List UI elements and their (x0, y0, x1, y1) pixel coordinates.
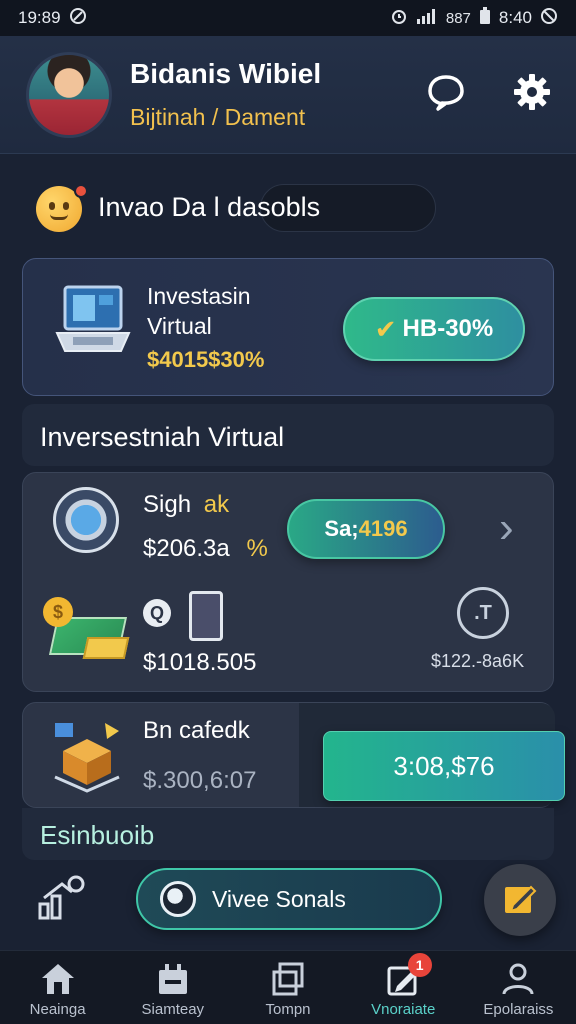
checkmark-icon: ✔ (374, 313, 397, 344)
nav-label: Epolaraiss (483, 1001, 554, 1018)
package-box-icon (49, 717, 125, 793)
user-name: Bidanis Wibiel (130, 58, 322, 89)
row1-title: Sigh ak (143, 491, 229, 519)
home-icon (39, 961, 77, 997)
magnify-icon[interactable]: Q (143, 599, 171, 627)
signal-icon (416, 8, 438, 28)
investment-title: Investasin Virtual (147, 283, 251, 339)
growth-chart-icon (36, 875, 88, 926)
pencil-note-icon (501, 879, 539, 922)
package-value-button[interactable]: 3:08,$76 (323, 731, 565, 801)
visit-signals-label: Vivee Sonals (212, 885, 346, 912)
edit-fab-button[interactable] (484, 864, 556, 936)
investment-action-button[interactable]: ✔ HB-30% (343, 297, 525, 361)
section2-title: Esinbuoib (40, 820, 155, 850)
leaf-icon (69, 7, 87, 29)
nav-item-strategy[interactable]: Siamteay (115, 951, 230, 1024)
status-bar: 19:89 887 8:40 (0, 0, 576, 36)
row1-value-button[interactable]: Sa; 4196 (287, 499, 445, 559)
money-icon: $ (43, 597, 130, 667)
row2-amount: $1018.505 (143, 649, 257, 676)
alarm-icon (390, 7, 408, 29)
chat-bubble-icon (426, 72, 466, 117)
nav-badge: 1 (407, 953, 432, 977)
package-amount: $.300,6:07 (143, 767, 257, 794)
gear-icon (512, 72, 552, 117)
laptop-icon (51, 281, 135, 365)
notification-dot (74, 184, 88, 198)
calendar-store-icon (154, 961, 192, 997)
compass-icon (53, 487, 119, 553)
status-time: 19:89 (18, 8, 61, 27)
globe-icon (160, 881, 196, 917)
nav-label: Tompn (265, 1001, 311, 1018)
portfolio-list-card: Sigh ak $206.3a % Sa; 4196 › $ Q $1018.5… (22, 472, 554, 692)
settings-button[interactable] (508, 70, 556, 118)
greeting-row: Invao Da l dasobls (36, 182, 436, 232)
smiley-icon (36, 184, 88, 232)
row1-title-text: Sigh (143, 491, 192, 518)
stats-chat-icon[interactable]: .T (457, 587, 509, 639)
row1-pill-value: 4196 (358, 516, 408, 541)
network-label: 887 (445, 9, 471, 27)
row1-amount: $206.3a % (143, 535, 268, 563)
status-clock: 8:40 (498, 8, 532, 27)
row1-percent: % (246, 535, 268, 562)
phone-icon (189, 591, 223, 641)
nav-label: Vnoraiate (371, 1001, 436, 1018)
nav-item-notes[interactable]: 1 Vnoraiate (346, 951, 461, 1024)
package-title: Bn cafedk (143, 717, 250, 744)
section-header: Inversestniah Virtual (22, 404, 554, 466)
copy-icon (269, 961, 307, 997)
investment-card[interactable]: Investasin Virtual $4015$30% ✔ HB-30% (22, 258, 554, 396)
chat-button[interactable] (422, 70, 470, 118)
nav-item-profile[interactable]: Epolaraiss (461, 951, 576, 1024)
greeting-text: Invao Da l dasobls (98, 192, 321, 222)
nav-label: Neainga (29, 1001, 86, 1018)
user-subtitle: Bijtinah / Dament (130, 104, 306, 130)
section-title: Inversestniah Virtual (40, 422, 285, 452)
section2-header: Esinbuoib (22, 808, 554, 860)
nav-item-home[interactable]: Neainga (0, 951, 115, 1024)
bottom-navigation: Neainga Siamteay Tompn 1 Vnoraiate Epola… (0, 950, 576, 1024)
row1-pill-prefix: Sa; (324, 516, 359, 541)
package-card[interactable]: Bn cafedk $.300,6:07 3:08,$76 (22, 702, 565, 808)
row1-tag: ak (203, 491, 230, 518)
mute-icon (540, 7, 558, 29)
nav-label: Siamteay (141, 1001, 205, 1018)
analytics-button[interactable] (36, 874, 88, 922)
row1-amount-text: $206.3a (143, 535, 230, 562)
avatar[interactable] (26, 52, 112, 138)
visit-signals-button[interactable]: Vivee Sonals (136, 868, 442, 930)
investment-action-label: HB-30% (402, 315, 494, 342)
nav-item-templates[interactable]: Tompn (230, 951, 345, 1024)
battery-icon (479, 7, 491, 29)
row2-stat-value: $122.-8a6K (431, 651, 525, 671)
investment-amount: $4015$30% (147, 347, 265, 372)
profile-header: Bidanis Wibiel Bijtinah / Dament (0, 36, 576, 154)
chevron-right-icon[interactable]: › (499, 503, 514, 553)
user-icon (499, 961, 537, 997)
